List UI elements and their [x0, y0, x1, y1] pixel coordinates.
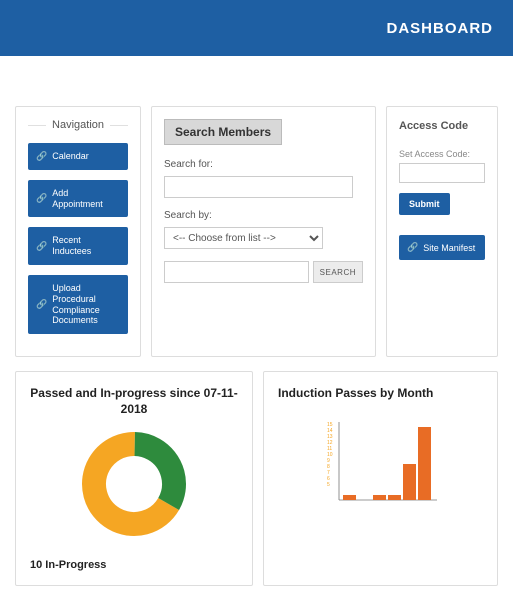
link-icon: 🔗: [36, 193, 47, 204]
nav-item-label: Upload Procedural Compliance Documents: [52, 283, 120, 326]
top-row: Navigation 🔗 Calendar 🔗 Add Appointment …: [15, 106, 498, 357]
access-code-panel: Access Code Set Access Code: Submit 🔗 Si…: [386, 106, 498, 357]
nav-title-wrap: Navigation: [28, 119, 128, 131]
nav-item-label: Recent Inductees: [52, 235, 120, 257]
search-by-label: Search by:: [164, 210, 363, 221]
app-header: DASHBOARD: [0, 0, 513, 56]
bar-chart-title: Induction Passes by Month: [278, 386, 483, 400]
search-button[interactable]: SEARCH: [313, 261, 363, 283]
donut-chart: [30, 429, 238, 539]
link-icon: 🔗: [36, 151, 47, 162]
nav-recent-inductees-button[interactable]: 🔗 Recent Inductees: [28, 227, 128, 265]
donut-chart-title: Passed and In-progress since 07-11-2018: [30, 386, 238, 417]
bottom-row: Passed and In-progress since 07-11-2018 …: [15, 371, 498, 586]
bar: [343, 495, 356, 500]
divider: [28, 125, 46, 126]
search-heading: Search Members: [164, 119, 282, 145]
link-icon: 🔗: [407, 242, 418, 253]
nav-add-appointment-button[interactable]: 🔗 Add Appointment: [28, 180, 128, 218]
donut-svg: [79, 429, 189, 539]
nav-calendar-button[interactable]: 🔗 Calendar: [28, 143, 128, 170]
nav-upload-documents-button[interactable]: 🔗 Upload Procedural Compliance Documents: [28, 275, 128, 334]
nav-item-label: Add Appointment: [52, 188, 120, 210]
link-icon: 🔗: [36, 241, 47, 252]
svg-text:5: 5: [327, 482, 330, 488]
nav-title: Navigation: [52, 119, 104, 131]
search-action-row: SEARCH: [164, 261, 363, 283]
divider: [110, 125, 128, 126]
search-panel: Search Members Search for: Search by: <-…: [151, 106, 376, 357]
donut-chart-panel: Passed and In-progress since 07-11-2018 …: [15, 371, 253, 586]
search-by-row: Search by: <-- Choose from list -->: [164, 210, 363, 249]
page-title: DASHBOARD: [387, 20, 494, 37]
bar-chart-panel: Induction Passes by Month 15 14 13 12 11…: [263, 371, 498, 586]
link-icon: 🔗: [36, 299, 47, 310]
search-by-select[interactable]: <-- Choose from list -->: [164, 227, 323, 249]
submit-button[interactable]: Submit: [399, 193, 450, 215]
bar: [418, 427, 431, 500]
search-for-label: Search for:: [164, 159, 363, 170]
bar: [373, 495, 386, 500]
access-code-input[interactable]: [399, 163, 485, 183]
navigation-panel: Navigation 🔗 Calendar 🔗 Add Appointment …: [15, 106, 141, 357]
site-manifest-button[interactable]: 🔗 Site Manifest: [399, 235, 485, 260]
bar: [403, 464, 416, 500]
bar-group: [343, 427, 431, 500]
search-for-input[interactable]: [164, 176, 353, 198]
search-for-row: Search for:: [164, 159, 363, 198]
nav-item-label: Calendar: [52, 151, 89, 162]
set-access-code-label: Set Access Code:: [399, 149, 485, 159]
bar-svg: 15 14 13 12 11 10 9 8 7 6 5: [321, 414, 441, 514]
main-content: Navigation 🔗 Calendar 🔗 Add Appointment …: [0, 56, 513, 601]
bar-chart: 15 14 13 12 11 10 9 8 7 6 5: [278, 414, 483, 514]
y-axis-ticks: 15 14 13 12 11 10 9 8 7 6 5: [327, 422, 333, 488]
access-code-title: Access Code: [399, 119, 485, 133]
search-term-input[interactable]: [164, 261, 309, 283]
manifest-label: Site Manifest: [423, 243, 475, 253]
bar: [388, 495, 401, 500]
donut-footer-text: 10 In-Progress: [30, 559, 238, 571]
